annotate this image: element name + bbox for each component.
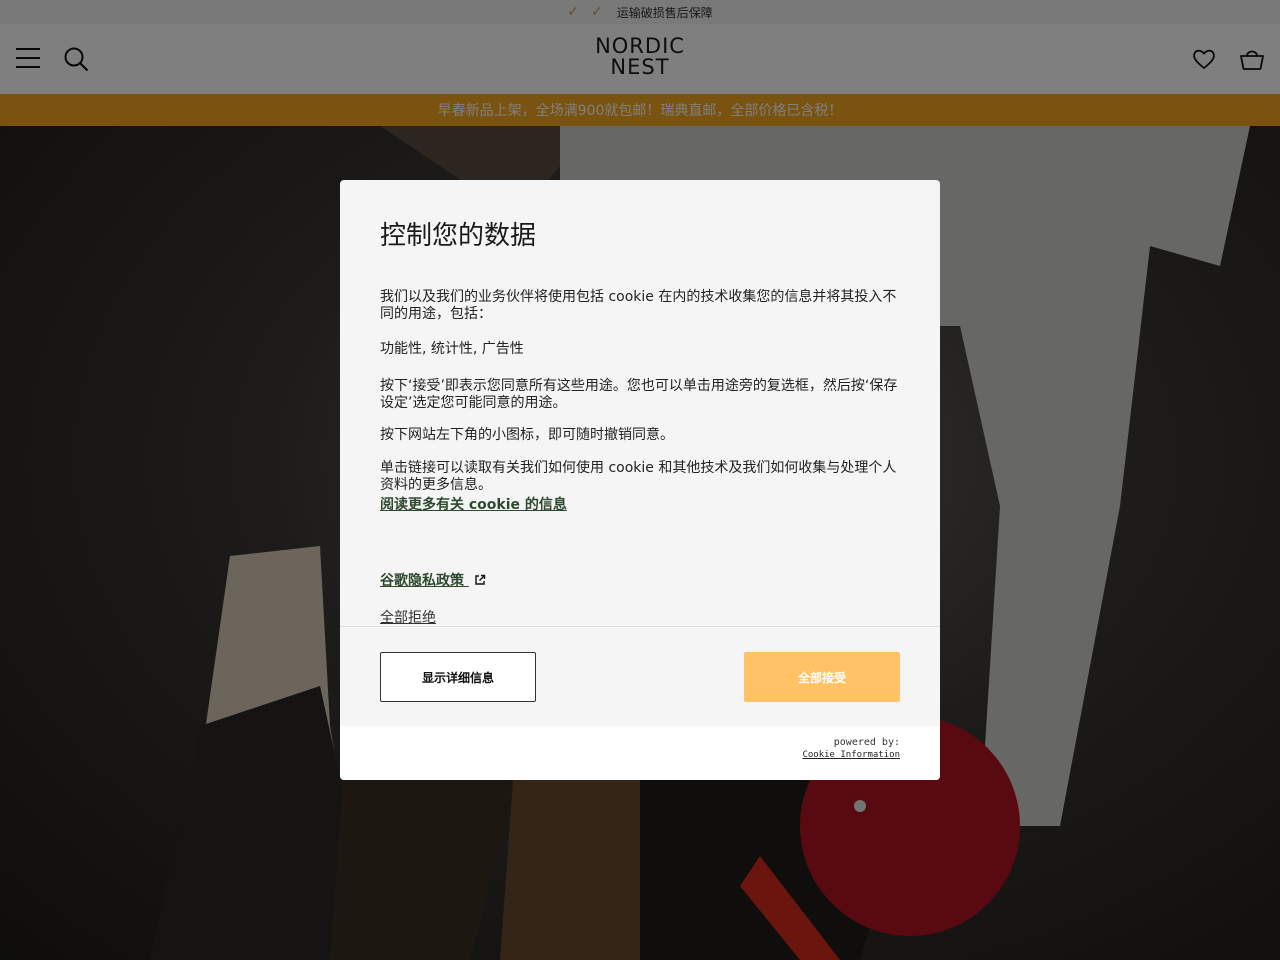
external-link-icon: [475, 574, 486, 585]
powered-by: powered by: Cookie Information: [802, 737, 900, 761]
dialog-body: 控制您的数据 我们以及我们的业务伙伴将使用包括 cookie 在内的技术收集您的…: [380, 220, 902, 626]
show-details-button[interactable]: 显示详细信息: [380, 652, 536, 702]
google-privacy-link[interactable]: 谷歌隐私政策: [380, 570, 486, 590]
consent-purposes-text: 功能性, 统计性, 广告性: [380, 341, 524, 357]
consent-more-info-text: 单击链接可以读取有关我们如何使用 cookie 和其他技术及我们如何收集与处理个…: [380, 460, 897, 493]
google-privacy-label: 谷歌隐私政策: [380, 573, 464, 589]
reject-all-link[interactable]: 全部拒绝: [380, 607, 436, 627]
consent-accept-explainer: 按下‘接受’即表示您同意所有这些用途。您也可以单击用途旁的复选框，然后按‘保存设…: [380, 378, 898, 411]
powered-by-label: powered by:: [833, 737, 900, 748]
accept-all-button[interactable]: 全部接受: [744, 652, 900, 702]
dialog-footer: powered by: Cookie Information: [340, 726, 940, 780]
cookie-information-link[interactable]: Cookie Information: [802, 749, 900, 761]
consent-intro-text: 我们以及我们的业务伙伴将使用包括 cookie 在内的技术收集您的信息并将其投入…: [380, 289, 897, 322]
dialog-divider: [340, 626, 940, 627]
cookie-info-link[interactable]: 阅读更多有关 cookie 的信息: [380, 494, 567, 514]
dialog-title: 控制您的数据: [380, 221, 537, 251]
cookie-consent-dialog: 控制您的数据 我们以及我们的业务伙伴将使用包括 cookie 在内的技术收集您的…: [340, 180, 940, 780]
consent-withdraw-text: 按下网站左下角的小图标，即可随时撤销同意。: [380, 427, 674, 443]
